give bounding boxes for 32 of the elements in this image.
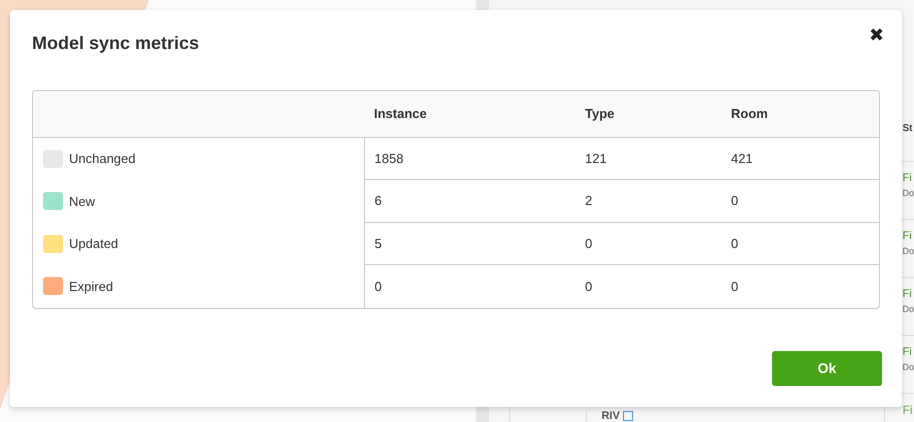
table-cell: 0	[721, 180, 879, 222]
column-header: Room	[721, 91, 879, 137]
detail-text: Do	[902, 244, 914, 258]
detail-text: Do	[902, 360, 914, 374]
legend-label: New	[69, 192, 96, 210]
status-text: Fi	[902, 229, 913, 244]
close-button[interactable]: ✖	[869, 26, 884, 44]
table-cell: 1858	[364, 137, 575, 180]
table-cell: 121	[575, 137, 721, 180]
table-cell: 0	[721, 222, 879, 265]
table-cell: 2	[575, 180, 721, 222]
table-cell: 0	[364, 264, 575, 308]
dialog-title: Model sync metrics	[32, 32, 200, 55]
column-header: Type	[575, 91, 721, 137]
legend-label: Expired	[69, 278, 114, 296]
table-cell: 0	[575, 222, 721, 265]
detail-text: Do	[902, 302, 914, 316]
status-text: Fi	[902, 403, 912, 417]
table-cell: 0	[721, 264, 879, 308]
row-label: RIV	[601, 410, 620, 422]
table-cell: 421	[721, 137, 879, 180]
legend-label: Updated	[69, 235, 118, 253]
table-cell: 5	[364, 222, 575, 265]
status-text: Fi	[902, 345, 913, 360]
column-header: St	[902, 122, 914, 136]
status-text: Fi	[902, 171, 913, 186]
legend-label: Unchanged	[69, 150, 136, 168]
table-cell: 0	[575, 264, 721, 308]
status-text: Fi	[902, 287, 913, 302]
detail-text: Do	[902, 186, 914, 200]
table-cell: 6	[364, 180, 575, 222]
column-header: Instance	[364, 91, 575, 137]
